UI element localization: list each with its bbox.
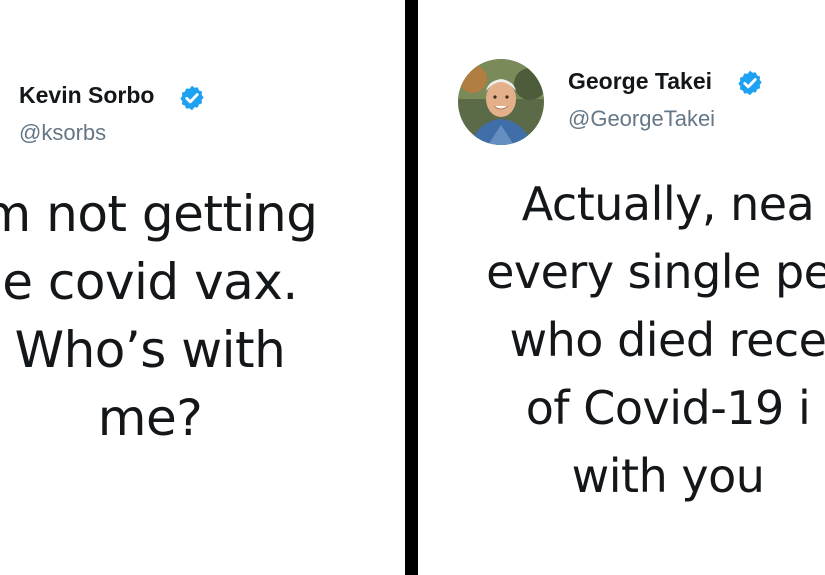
tweet-line: m not getting <box>0 185 318 243</box>
display-name[interactable]: Kevin Sorbo <box>19 82 154 109</box>
handle[interactable]: @ksorbs <box>19 120 106 146</box>
avatar[interactable] <box>458 59 544 145</box>
tweet-line: every single per <box>486 245 825 299</box>
tweet-card-right: George Takei @GeorgeTakei Actually, nea … <box>418 0 825 575</box>
tweet-card-left: Kevin Sorbo @ksorbs m not getting e covi… <box>0 0 405 575</box>
tweet-text: Actually, nea every single per who died … <box>438 170 825 510</box>
verified-badge-icon <box>180 85 204 111</box>
tweet-line: Actually, nea <box>521 177 815 231</box>
tweet-line: with you <box>571 449 765 503</box>
avatar-image <box>458 59 544 145</box>
tweet-line: me? <box>97 389 203 447</box>
tweet-text: m not getting e covid vax. Who’s with me… <box>0 180 360 452</box>
tweet-line: who died rece <box>509 313 825 367</box>
handle[interactable]: @GeorgeTakei <box>568 106 715 132</box>
display-name[interactable]: George Takei <box>568 68 712 95</box>
tweet-line: e covid vax. <box>2 253 298 311</box>
verified-badge-icon <box>738 70 762 96</box>
tweet-line: Who’s with <box>14 321 286 379</box>
tweet-line: of Covid-19 i <box>525 381 811 435</box>
